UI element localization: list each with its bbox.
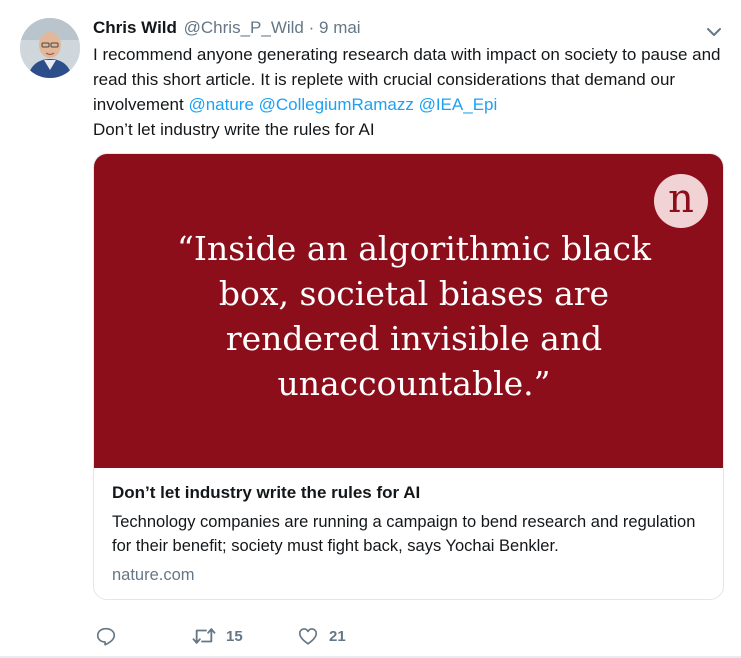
retweet-count: 15 — [226, 627, 243, 645]
quote-line: box, societal biases are — [218, 274, 610, 313]
retweet-icon — [192, 628, 216, 644]
card-image: n “Inside an algorithmic black box, soci… — [94, 154, 723, 468]
mention-iea-epi[interactable]: @IEA_Epi — [419, 95, 498, 114]
chevron-down-icon[interactable] — [704, 22, 724, 42]
author-name[interactable]: Chris Wild — [93, 18, 177, 37]
heart-icon — [298, 628, 318, 645]
card-body: Don’t let industry write the rules for A… — [112, 481, 712, 586]
retweet-button[interactable]: 15 — [192, 624, 243, 648]
card-title: Don’t let industry write the rules for A… — [112, 483, 421, 502]
nature-logo: n — [654, 174, 708, 228]
reply-icon — [96, 627, 116, 646]
avatar[interactable] — [20, 18, 80, 78]
card-quote: “Inside an algorithmic black box, societ… — [154, 226, 674, 406]
tweet[interactable]: Chris Wild @Chris_P_Wild · 9 mai I recom… — [0, 0, 741, 658]
like-count: 21 — [329, 627, 346, 645]
tweet-header: Chris Wild @Chris_P_Wild · 9 mai — [93, 17, 361, 39]
card-domain: nature.com — [112, 566, 195, 584]
mention-collegiumramazz[interactable]: @CollegiumRamazz — [259, 95, 414, 114]
timestamp[interactable]: 9 mai — [319, 18, 361, 37]
like-button[interactable]: 21 — [297, 624, 346, 648]
tweet-text: I recommend anyone generating research d… — [93, 42, 723, 142]
separator-dot: · — [308, 18, 315, 37]
link-card[interactable]: n “Inside an algorithmic black box, soci… — [93, 153, 724, 600]
tweet-headline: Don’t let industry write the rules for A… — [93, 120, 375, 139]
quote-line: rendered invisible and — [225, 319, 603, 358]
author-handle[interactable]: @Chris_P_Wild — [184, 18, 304, 37]
reply-button[interactable] — [95, 624, 117, 648]
avatar-photo — [20, 18, 80, 78]
mention-nature[interactable]: @nature — [188, 95, 253, 114]
quote-line: unaccountable.” — [277, 364, 551, 403]
quote-line: “Inside an algorithmic black — [177, 229, 651, 268]
card-description: Technology companies are running a campa… — [112, 513, 696, 555]
